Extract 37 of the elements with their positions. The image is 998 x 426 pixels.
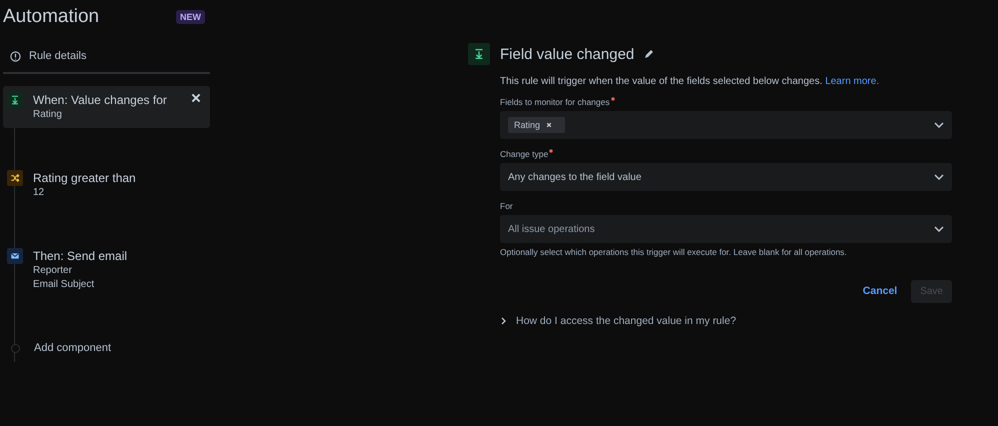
shuffle-icon bbox=[9, 172, 21, 184]
rule-details-link[interactable]: Rule details bbox=[29, 50, 86, 62]
add-component-link[interactable]: Add component bbox=[34, 340, 112, 366]
field-label: Fields to monitor for changes bbox=[500, 97, 610, 107]
download-icon bbox=[9, 94, 21, 106]
component-title: When: Value changes for bbox=[33, 92, 167, 108]
cancel-button[interactable]: Cancel bbox=[856, 279, 904, 303]
info-icon bbox=[10, 50, 21, 62]
description: This rule will trigger when the value of the fields selected below changes. Learn more. bbox=[500, 75, 880, 89]
component-title: Then: Send email bbox=[33, 248, 128, 264]
help-text: Optionally select which operations this trigger will execute for. Leave blank for all operations. bbox=[500, 247, 848, 257]
chevron-down-icon bbox=[934, 122, 944, 128]
rule-component[interactable]: When: Value changes for Rating bbox=[3, 86, 210, 128]
rule-component[interactable]: Then: Send email Reporter Email Subject bbox=[3, 242, 210, 298]
component-detail: 12 bbox=[33, 186, 46, 200]
chevron-down-icon bbox=[934, 174, 944, 180]
chevron-icon bbox=[500, 317, 508, 325]
tag: Rating bbox=[508, 117, 565, 133]
page-title: Automation bbox=[3, 6, 100, 28]
component-title: Rating greater than bbox=[33, 170, 136, 186]
field-label: For bbox=[500, 201, 513, 211]
pencil-icon[interactable] bbox=[644, 49, 654, 59]
help-expander[interactable]: How do I access the changed value in my rule? bbox=[500, 315, 952, 327]
chevron-down-icon bbox=[934, 226, 944, 232]
rule-component[interactable]: Rating greater than 12 bbox=[3, 164, 210, 206]
select-field[interactable]: Any changes to the field value bbox=[500, 163, 952, 191]
remove-icon[interactable] bbox=[546, 122, 552, 128]
component-detail: Email Subject bbox=[33, 278, 96, 292]
close-icon[interactable] bbox=[190, 92, 202, 104]
learn-more-link[interactable]: Learn more. bbox=[825, 76, 880, 87]
component-detail: Reporter bbox=[33, 264, 73, 278]
field-label: Change type bbox=[500, 149, 548, 159]
select-field[interactable]: All issue operations bbox=[500, 215, 952, 243]
component-detail: Rating bbox=[33, 108, 63, 122]
new-badge: NEW bbox=[176, 10, 205, 24]
select-field[interactable]: Rating bbox=[500, 111, 952, 139]
panel-title: Field value changed bbox=[500, 46, 634, 62]
